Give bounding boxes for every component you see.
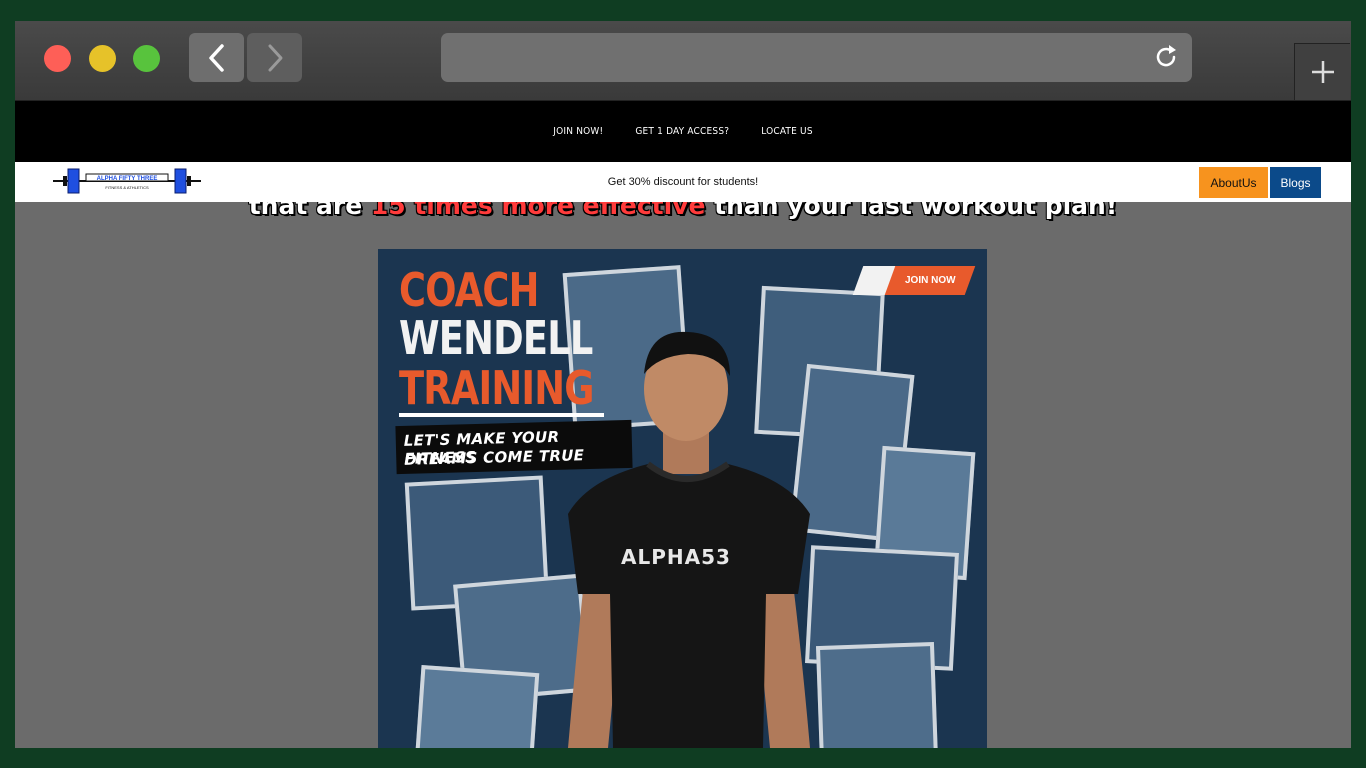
blogs-button[interactable]: Blogs <box>1270 167 1321 198</box>
browser-toolbar <box>15 21 1351 101</box>
coach-training-poster[interactable]: COACH WENDELL TRAINING LET'S MAKE YOUR F… <box>378 249 987 748</box>
poster-join-now-button[interactable]: JOIN NOW <box>852 266 976 295</box>
plus-icon <box>1311 61 1334 83</box>
nav-join-now[interactable]: JOIN NOW! <box>553 126 603 137</box>
chevron-right-icon <box>268 44 282 71</box>
join-now-label: JOIN NOW <box>904 275 956 286</box>
poster-title-coach: COACH <box>399 263 539 317</box>
nav-day-access[interactable]: GET 1 DAY ACCESS? <box>635 126 729 137</box>
reload-icon[interactable] <box>1152 43 1180 71</box>
top-navigation: JOIN NOW! GET 1 DAY ACCESS? LOCATE US <box>15 101 1351 162</box>
about-us-button[interactable]: AboutUs <box>1199 167 1268 198</box>
collage-photo <box>815 641 939 748</box>
promo-bar: ALPHA FIFTY THREE FITNESS & ATHLETICS Ge… <box>15 162 1351 202</box>
collage-photo <box>414 665 540 748</box>
discount-message: Get 30% discount for students! <box>607 176 759 188</box>
back-button[interactable] <box>189 33 244 82</box>
coach-photo <box>568 331 810 748</box>
nav-locate-us[interactable]: LOCATE US <box>761 126 813 137</box>
maximize-window-button[interactable] <box>133 45 160 72</box>
chevron-left-icon <box>208 43 224 72</box>
close-window-button[interactable] <box>44 45 71 72</box>
browser-window: JOIN NOW! GET 1 DAY ACCESS? LOCATE US th… <box>15 21 1351 748</box>
join-badge: JOIN NOW <box>884 266 976 295</box>
forward-button[interactable] <box>247 33 302 82</box>
address-bar[interactable] <box>441 33 1192 82</box>
minimize-window-button[interactable] <box>89 45 116 72</box>
new-tab-button[interactable] <box>1294 43 1350 100</box>
shirt-brand-text: ALPHA53 <box>621 545 731 569</box>
